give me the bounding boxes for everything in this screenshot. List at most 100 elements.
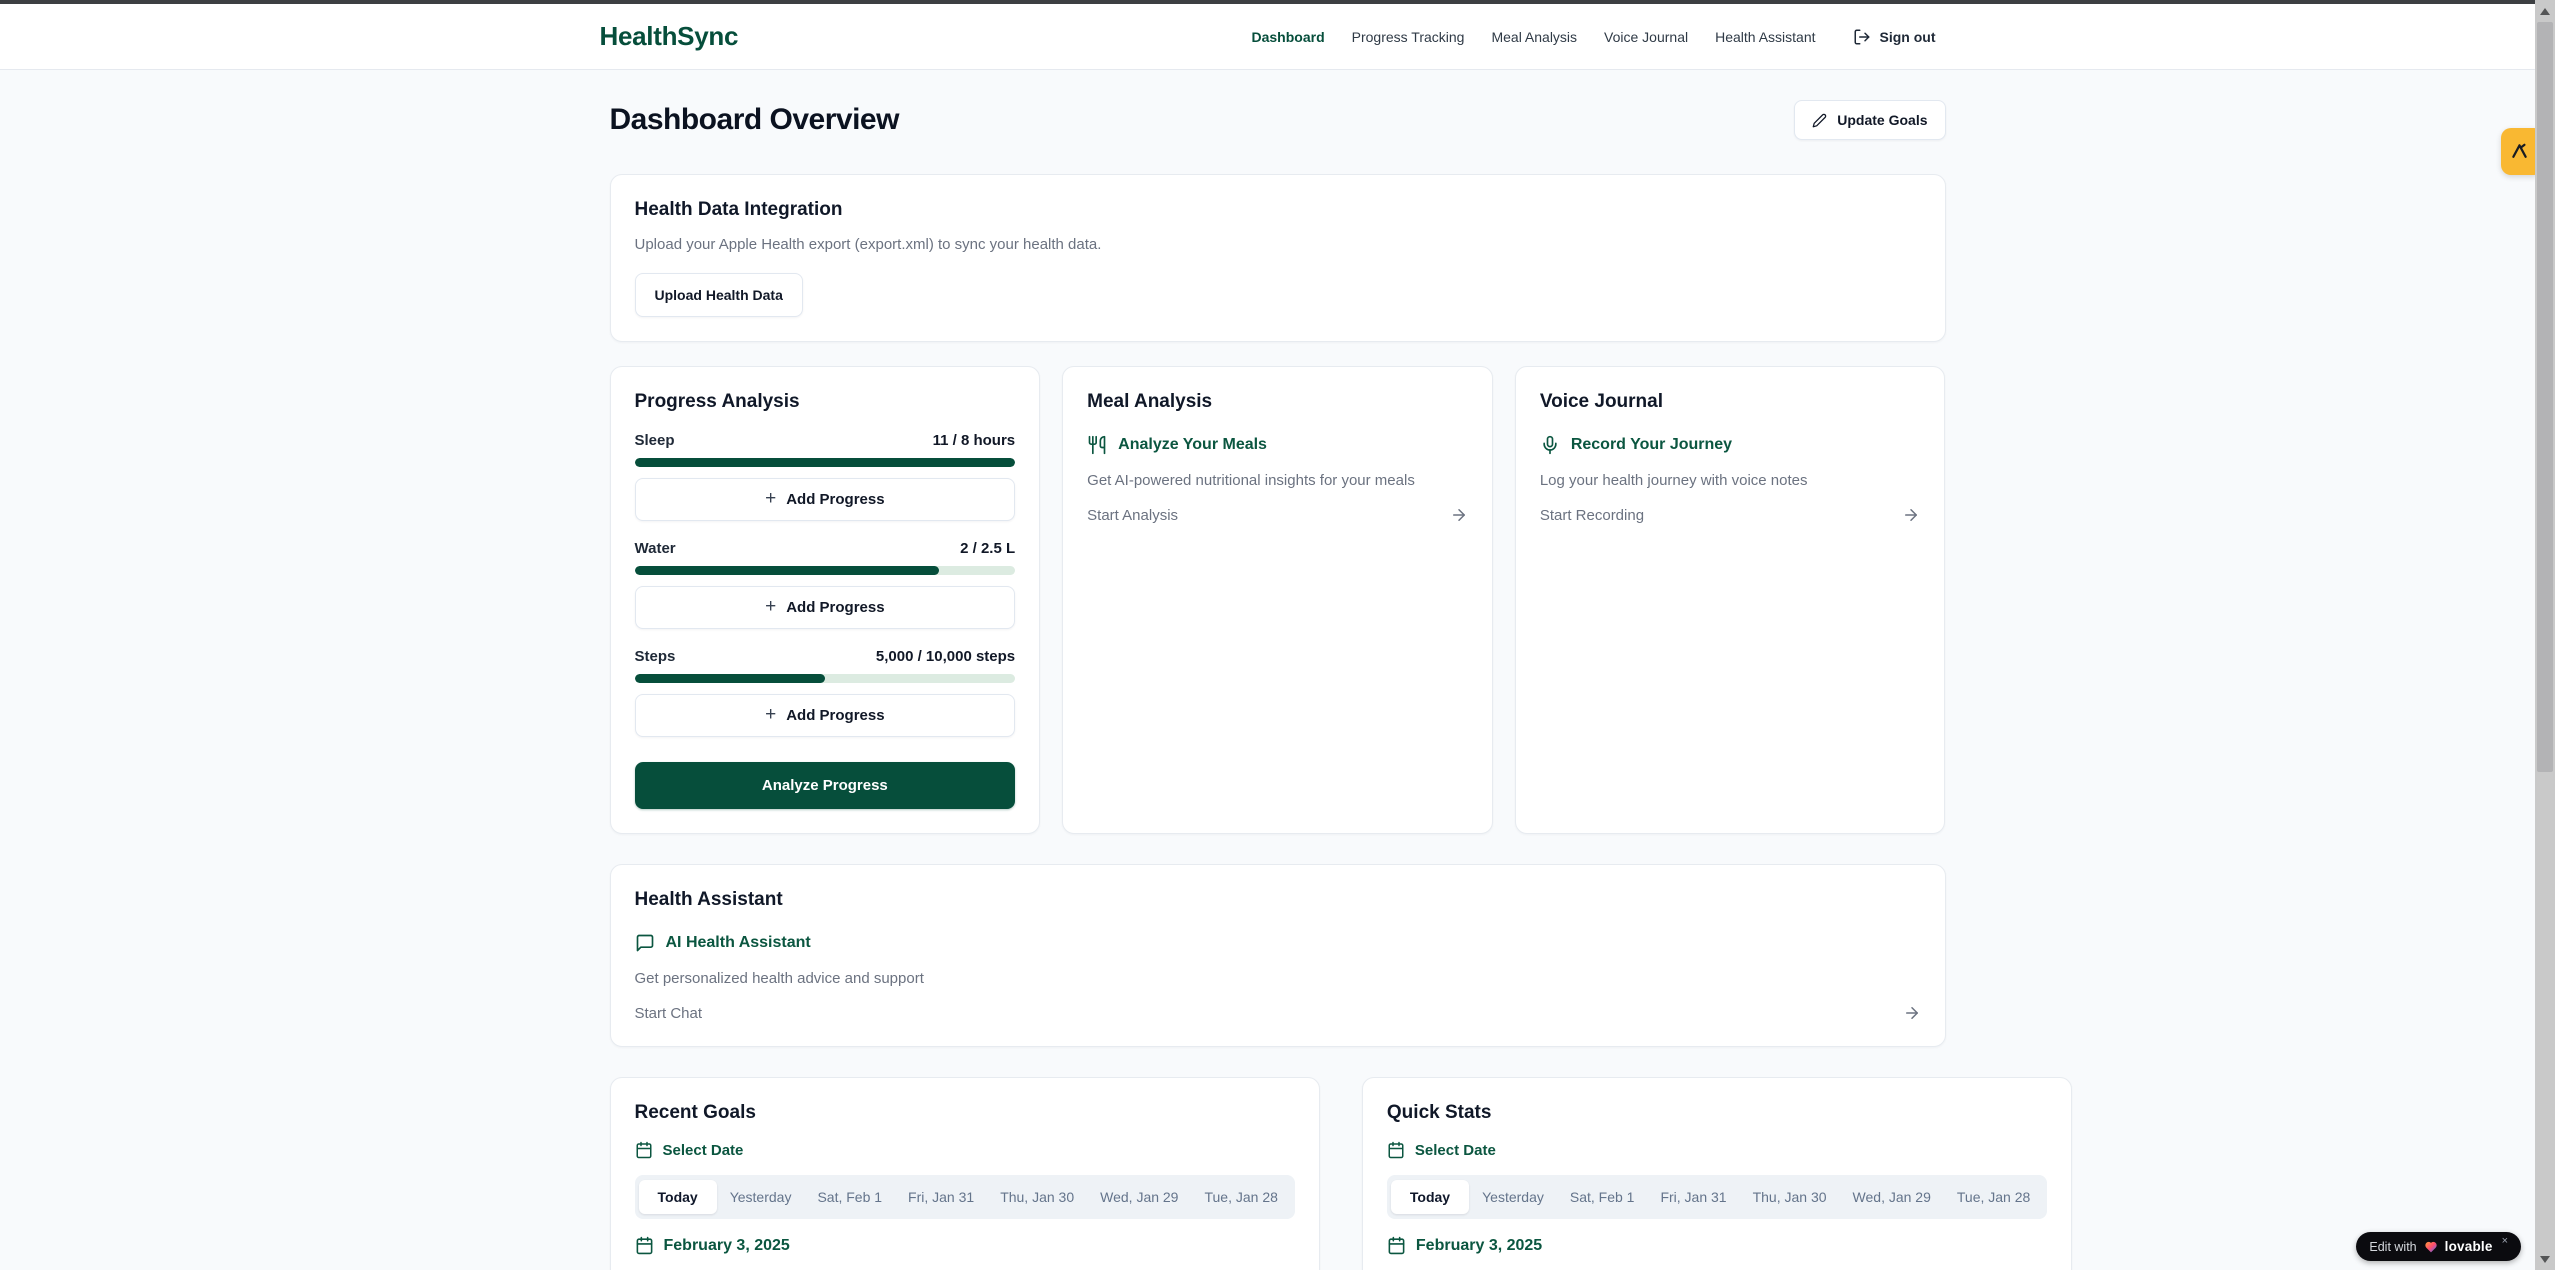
nav-meal-analysis[interactable]: Meal Analysis xyxy=(1491,29,1577,45)
recent-goals-title: Recent Goals xyxy=(635,1102,1295,1124)
voice-title: Voice Journal xyxy=(1540,391,1921,413)
quick-stats-current-date[interactable]: February 3, 2025 xyxy=(1387,1236,2047,1255)
update-goals-label: Update Goals xyxy=(1837,112,1927,128)
scrollbar-thumb[interactable] xyxy=(2537,22,2553,772)
progress-analysis-card: Progress Analysis Sleep 11 / 8 hours + A… xyxy=(610,366,1041,834)
record-your-journey-link[interactable]: Record Your Journey xyxy=(1540,435,1921,455)
date-tab-today[interactable]: Today xyxy=(639,1180,717,1214)
date-tab-fri-jan-31[interactable]: Fri, Jan 31 xyxy=(1647,1180,1739,1214)
add-progress-steps-button[interactable]: + Add Progress xyxy=(635,694,1016,737)
quick-stats-select-date[interactable]: Select Date xyxy=(1387,1141,2047,1159)
utensils-icon xyxy=(1087,435,1107,455)
nav-dashboard[interactable]: Dashboard xyxy=(1252,29,1325,45)
quick-stats-title: Quick Stats xyxy=(1387,1102,2047,1124)
metric-sleep-label: Sleep xyxy=(635,432,675,449)
edit-with-label: Edit with xyxy=(2369,1240,2416,1254)
signout-button[interactable]: Sign out xyxy=(1853,28,1936,46)
close-icon[interactable]: × xyxy=(2502,1235,2508,1247)
app-header: HealthSync Dashboard Progress Tracking M… xyxy=(0,4,2535,70)
date-tab-thu-jan-30[interactable]: Thu, Jan 30 xyxy=(1740,1180,1840,1214)
app-logo[interactable]: HealthSync xyxy=(600,21,739,52)
metric-water-value: 2 / 2.5 L xyxy=(960,540,1015,557)
add-progress-label: Add Progress xyxy=(786,599,884,616)
bottom-grid: Recent Goals Select Date Today Yesterday… xyxy=(610,1077,1946,1270)
date-tab-wed-jan-29[interactable]: Wed, Jan 29 xyxy=(1087,1180,1191,1214)
feature-grid: Progress Analysis Sleep 11 / 8 hours + A… xyxy=(610,366,1946,834)
logout-icon xyxy=(1853,28,1871,46)
metric-water-label: Water xyxy=(635,540,676,557)
lovable-mark-icon xyxy=(2509,141,2530,162)
heart-icon xyxy=(2424,1240,2438,1253)
plus-icon: + xyxy=(765,489,776,508)
health-assistant-card: Health Assistant AI Health Assistant Get… xyxy=(610,864,1946,1047)
start-recording-action[interactable]: Start Recording xyxy=(1540,506,1921,524)
health-data-integration-card: Health Data Integration Upload your Appl… xyxy=(610,174,1946,342)
date-tab-sat-feb-1[interactable]: Sat, Feb 1 xyxy=(1557,1180,1648,1214)
lovable-dev-badge[interactable] xyxy=(2501,128,2538,175)
date-tab-fri-jan-31[interactable]: Fri, Jan 31 xyxy=(895,1180,987,1214)
metric-steps-progressbar xyxy=(635,674,1016,683)
nav-health-assistant[interactable]: Health Assistant xyxy=(1715,29,1815,45)
select-date-label: Select Date xyxy=(1415,1142,1496,1159)
main-nav: Dashboard Progress Tracking Meal Analysi… xyxy=(1252,28,1936,46)
lovable-brand-label: lovable xyxy=(2445,1239,2493,1254)
nav-progress-tracking[interactable]: Progress Tracking xyxy=(1352,29,1465,45)
date-tab-yesterday[interactable]: Yesterday xyxy=(717,1180,805,1214)
metric-sleep-value: 11 / 8 hours xyxy=(933,432,1016,449)
scrollbar-up-button[interactable] xyxy=(2535,2,2555,20)
scrollbar-down-button[interactable] xyxy=(2535,1250,2555,1268)
microphone-icon xyxy=(1540,435,1560,455)
meal-description: Get AI-powered nutritional insights for … xyxy=(1087,472,1468,489)
add-progress-sleep-button[interactable]: + Add Progress xyxy=(635,478,1016,521)
metric-water: Water 2 / 2.5 L + Add Progress xyxy=(635,540,1016,629)
nav-voice-journal[interactable]: Voice Journal xyxy=(1604,29,1688,45)
record-your-journey-label: Record Your Journey xyxy=(1571,436,1732,454)
start-recording-label: Start Recording xyxy=(1540,507,1644,524)
page-title: Dashboard Overview xyxy=(610,103,899,137)
assistant-title: Health Assistant xyxy=(635,889,1921,911)
update-goals-button[interactable]: Update Goals xyxy=(1794,100,1945,140)
date-tab-tue-jan-28[interactable]: Tue, Jan 28 xyxy=(1944,1180,2043,1214)
calendar-icon xyxy=(1387,1141,1405,1159)
dashboard-main: Dashboard Overview Update Goals Health D… xyxy=(610,0,1946,1270)
recent-goals-select-date[interactable]: Select Date xyxy=(635,1141,1295,1159)
date-tab-wed-jan-29[interactable]: Wed, Jan 29 xyxy=(1840,1180,1944,1214)
pencil-icon xyxy=(1812,113,1827,128)
date-tab-thu-jan-30[interactable]: Thu, Jan 30 xyxy=(987,1180,1087,1214)
integration-description: Upload your Apple Health export (export.… xyxy=(635,236,1921,253)
quick-stats-card: Quick Stats Select Date Today Yesterday … xyxy=(1362,1077,2072,1270)
metric-steps-value: 5,000 / 10,000 steps xyxy=(876,648,1015,665)
start-chat-label: Start Chat xyxy=(635,1005,703,1022)
upload-health-data-button[interactable]: Upload Health Data xyxy=(635,273,803,317)
edit-with-lovable-badge[interactable]: Edit with lovable × xyxy=(2356,1232,2521,1261)
recent-goals-date-tabs: Today Yesterday Sat, Feb 1 Fri, Jan 31 T… xyxy=(635,1175,1295,1219)
window-top-strip xyxy=(0,0,2535,4)
metric-sleep: Sleep 11 / 8 hours + Add Progress xyxy=(635,432,1016,521)
page-head: Dashboard Overview Update Goals xyxy=(610,100,1946,140)
analyze-your-meals-link[interactable]: Analyze Your Meals xyxy=(1087,435,1468,455)
add-progress-water-button[interactable]: + Add Progress xyxy=(635,586,1016,629)
date-tab-tue-jan-28[interactable]: Tue, Jan 28 xyxy=(1191,1180,1290,1214)
date-tab-sat-feb-1[interactable]: Sat, Feb 1 xyxy=(804,1180,895,1214)
quick-stats-date-tabs: Today Yesterday Sat, Feb 1 Fri, Jan 31 T… xyxy=(1387,1175,2047,1219)
ai-health-assistant-link[interactable]: AI Health Assistant xyxy=(635,933,1921,953)
calendar-icon xyxy=(635,1236,654,1255)
metric-steps-label: Steps xyxy=(635,648,676,665)
analyze-progress-button[interactable]: Analyze Progress xyxy=(635,762,1016,809)
meal-title: Meal Analysis xyxy=(1087,391,1468,413)
vertical-scrollbar[interactable] xyxy=(2535,0,2555,1270)
date-tab-today[interactable]: Today xyxy=(1391,1180,1469,1214)
ai-health-assistant-label: AI Health Assistant xyxy=(666,934,811,952)
start-analysis-action[interactable]: Start Analysis xyxy=(1087,506,1468,524)
analyze-your-meals-label: Analyze Your Meals xyxy=(1118,436,1267,454)
plus-icon: + xyxy=(765,597,776,616)
recent-goals-current-date[interactable]: February 3, 2025 xyxy=(635,1236,1295,1255)
meal-analysis-card: Meal Analysis Analyze Your Meals Get AI-… xyxy=(1062,366,1493,834)
arrow-right-icon xyxy=(1450,506,1468,524)
start-chat-action[interactable]: Start Chat xyxy=(635,1004,1921,1022)
signout-label: Sign out xyxy=(1880,29,1936,45)
progress-title: Progress Analysis xyxy=(635,391,1016,413)
date-tab-yesterday[interactable]: Yesterday xyxy=(1469,1180,1557,1214)
arrow-right-icon xyxy=(1902,506,1920,524)
metric-steps: Steps 5,000 / 10,000 steps + Add Progres… xyxy=(635,648,1016,737)
